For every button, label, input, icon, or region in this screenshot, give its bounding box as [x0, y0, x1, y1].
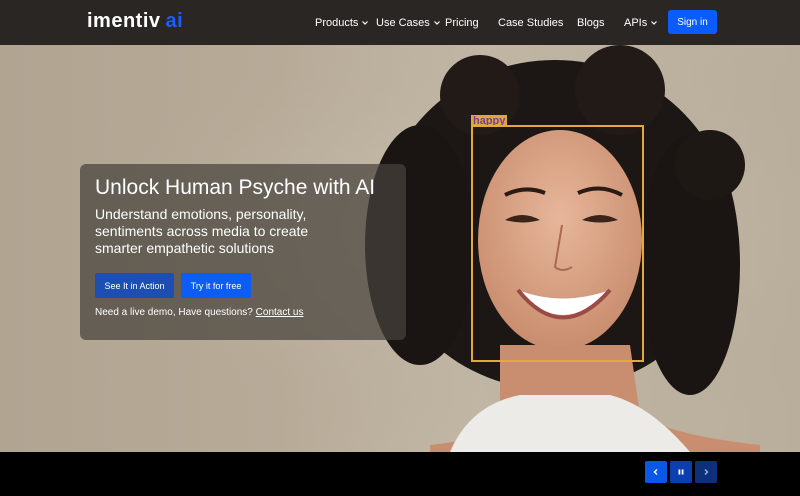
contact-us-link[interactable]: Contact us — [256, 307, 304, 318]
carousel-pause-button[interactable] — [670, 461, 692, 483]
carousel-prev-button[interactable] — [645, 461, 667, 483]
main-nav: Products Use Cases Pricing Case Studies … — [0, 0, 800, 45]
nav-item-blogs[interactable]: Blogs — [577, 17, 605, 29]
chevron-down-icon — [433, 21, 440, 25]
hero-subtitle: Understand emotions, personality, sentim… — [95, 206, 309, 256]
chevron-left-icon — [653, 469, 658, 475]
chevron-down-icon — [362, 21, 369, 25]
nav-item-products[interactable]: Products — [315, 17, 369, 29]
demo-question-text: Need a live demo, Have questions? — [95, 307, 253, 318]
nav-item-apis[interactable]: APIs — [624, 17, 658, 29]
sign-in-button[interactable]: Sign in — [668, 10, 717, 34]
carousel-bar — [0, 452, 800, 496]
nav-item-pricing[interactable]: Pricing — [445, 17, 479, 29]
nav-item-label: Products — [315, 17, 359, 29]
nav-item-label: APIs — [624, 17, 648, 29]
hero-title: Unlock Human Psyche with AI — [95, 176, 376, 199]
nav-item-label: Pricing — [445, 17, 479, 29]
hero-section: Unlock Human Psyche with AI Understand e… — [0, 45, 800, 452]
hero-footer-text: Need a live demo, Have questions? Contac… — [95, 307, 303, 318]
nav-item-use-cases[interactable]: Use Cases — [376, 17, 441, 29]
see-it-in-action-button[interactable]: See It in Action — [95, 273, 174, 298]
nav-item-label: Case Studies — [498, 17, 564, 29]
carousel-next-button[interactable] — [695, 461, 717, 483]
chevron-right-icon — [704, 469, 709, 475]
nav-item-label: Blogs — [577, 17, 605, 29]
hero-card: Unlock Human Psyche with AI Understand e… — [80, 164, 406, 340]
site-header: imentiv ai Products Use Cases Pricing Ca… — [0, 0, 800, 45]
try-it-free-button[interactable]: Try it for free — [181, 273, 251, 298]
nav-item-label: Use Cases — [376, 17, 430, 29]
face-detection-box — [471, 125, 644, 362]
chevron-down-icon — [651, 21, 658, 25]
nav-item-case-studies[interactable]: Case Studies — [498, 17, 563, 29]
pause-icon — [678, 469, 684, 475]
